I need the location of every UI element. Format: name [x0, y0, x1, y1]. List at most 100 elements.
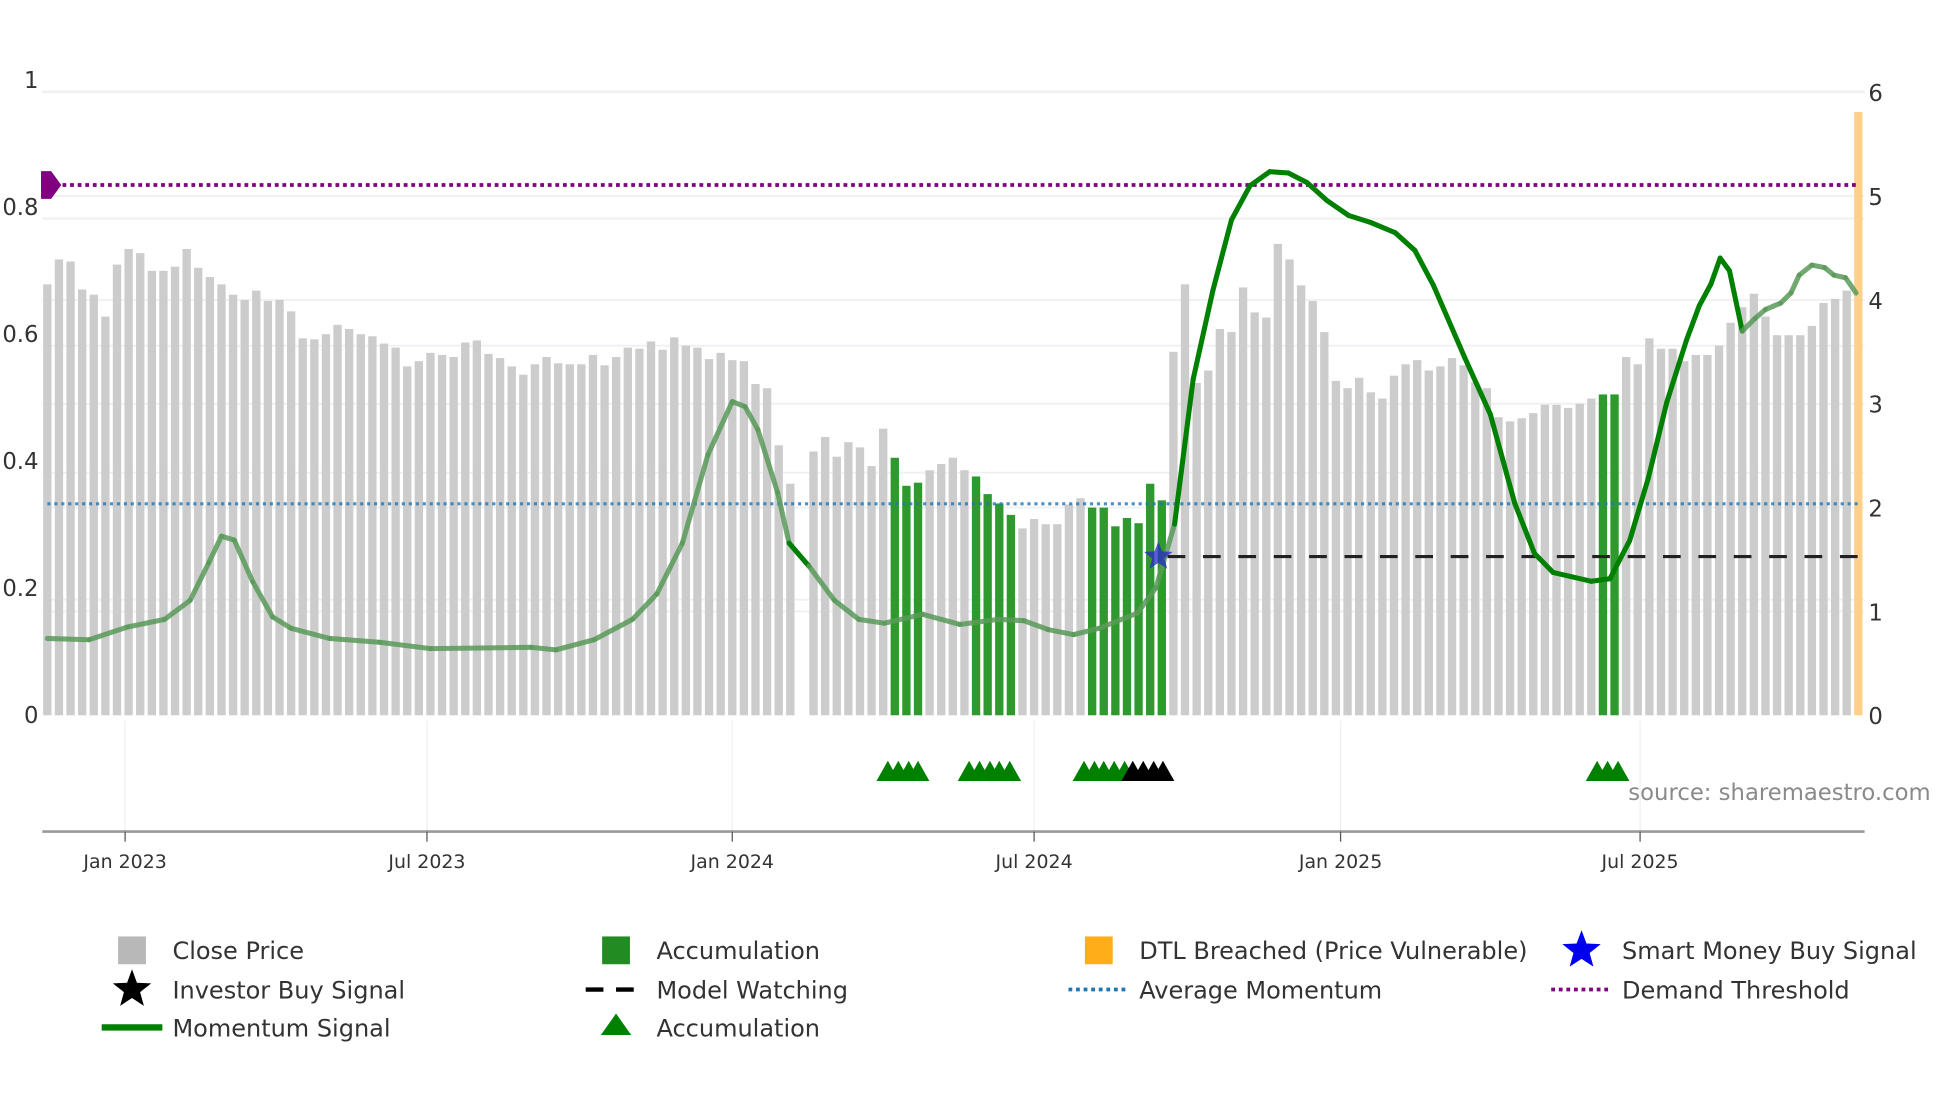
left-tick-label: 0 — [24, 703, 38, 729]
close-price-bar — [205, 277, 215, 716]
demand-threshold-marker — [41, 171, 62, 199]
close-price-bar — [112, 264, 122, 716]
close-price-bar — [1331, 380, 1341, 716]
accumulation-bar — [983, 494, 992, 716]
close-price-bar — [1482, 388, 1492, 716]
close-price-bar — [1691, 354, 1700, 716]
close-price-bar — [519, 374, 528, 716]
close-price-bar — [844, 442, 853, 716]
close-price-bar — [925, 470, 934, 716]
close-price-bar — [1343, 388, 1352, 716]
close-price-bar — [716, 352, 725, 716]
close-price-bar — [147, 270, 156, 716]
source-label: source: sharemaestro.com — [1628, 780, 1930, 806]
momentum-segment — [995, 616, 1027, 624]
momentum-segment — [124, 616, 168, 630]
legend-star-icon — [112, 969, 152, 1006]
close-price-bar — [1354, 377, 1364, 716]
close-price-bar — [646, 341, 656, 716]
close-price-bar — [1471, 381, 1480, 716]
momentum-segment — [1696, 281, 1714, 309]
right-tick-label: 3 — [1868, 393, 1882, 419]
close-price-bar — [623, 347, 632, 716]
close-price-bar — [1296, 285, 1306, 716]
close-price-bar — [1204, 370, 1213, 716]
close-price-bar — [1517, 418, 1526, 716]
close-price-bar — [588, 354, 598, 716]
close-price-bar — [66, 261, 75, 716]
close-price-bar — [159, 270, 168, 716]
right-tick-label: 0 — [1868, 704, 1882, 730]
close-price-bar — [1645, 338, 1654, 716]
momentum-segment — [1210, 217, 1234, 293]
close-price-bar — [1819, 303, 1828, 716]
close-price-bar — [553, 363, 563, 716]
legend-triangle-icon — [600, 1013, 632, 1036]
close-price-bar — [600, 365, 609, 716]
accumulation-bar — [890, 457, 899, 716]
close-price-bar — [565, 364, 574, 716]
accumulation-bar — [1006, 514, 1016, 716]
close-price-bar — [333, 324, 342, 716]
close-price-bar — [1064, 504, 1074, 716]
legend-label-demand-threshold: Demand Threshold — [1622, 976, 1850, 1004]
momentum-segment — [1708, 255, 1723, 287]
x-tick-label: Jul 2023 — [387, 851, 465, 873]
legend-star-icon — [1562, 930, 1601, 967]
legend-label-average-momentum: Average Momentum — [1139, 976, 1382, 1004]
legend-label-accumulation: Accumulation — [656, 1014, 820, 1042]
close-price-bar — [1366, 392, 1375, 716]
close-price-bar — [217, 284, 226, 716]
legend-label-momentum-signal: Momentum Signal — [172, 1014, 390, 1042]
close-price-bar — [484, 353, 493, 716]
close-price-bar — [1053, 524, 1062, 716]
close-price-bar — [1041, 524, 1050, 716]
right-tick-label: 4 — [1868, 289, 1882, 315]
left-tick-label: 1 — [24, 68, 38, 94]
momentum-segment — [1346, 212, 1374, 226]
close-price-bar — [461, 342, 470, 716]
momentum-segment — [1228, 183, 1253, 223]
close-price-bar — [1320, 332, 1329, 716]
legend-label-smart-money-buy-signal: Smart Money Buy Signal — [1622, 937, 1917, 965]
legend-label-close-price: Close Price — [172, 937, 304, 965]
left-tick-label: 0.4 — [2, 449, 38, 475]
momentum-segment — [1392, 230, 1418, 253]
accumulation-bar — [1099, 507, 1108, 716]
close-price-bar — [1529, 413, 1538, 716]
close-price-bar — [286, 311, 296, 716]
close-price-bar — [321, 334, 331, 716]
close-price-bar — [507, 366, 516, 716]
momentum-segment — [528, 644, 559, 653]
close-price-bar — [612, 357, 621, 716]
accumulation-bar — [1087, 507, 1097, 716]
signal-chart: 0 0.2 0.4 0.6 0.8 1 0 1 2 3 4 5 6 Jan 2023 Jul 2023 Jan… — [2, 68, 1930, 1042]
close-price-bar — [832, 456, 841, 716]
close-price-bar — [635, 348, 644, 716]
momentum-segment — [44, 635, 92, 643]
close-price-bar — [1796, 335, 1805, 716]
close-price-bar — [1262, 317, 1271, 716]
close-price-bar — [1680, 361, 1689, 716]
close-price-bar — [1784, 335, 1793, 716]
close-price-bar — [1273, 243, 1283, 716]
close-price-bar — [1436, 366, 1445, 716]
legend-label-accumulation: Accumulation — [656, 937, 820, 965]
close-price-bar — [670, 337, 679, 716]
close-price-bar — [1459, 365, 1468, 716]
legend-label-investor-buy-signal: Investor Buy Signal — [172, 976, 405, 1004]
close-price-bar — [345, 328, 354, 716]
momentum-segment — [1247, 169, 1273, 189]
close-price-bar — [426, 352, 435, 716]
x-tick-label: Jul 2024 — [995, 851, 1073, 873]
close-price-bar — [693, 347, 702, 716]
close-price-bar — [948, 457, 958, 716]
close-price-bar — [577, 364, 586, 716]
accumulation-bar — [1610, 394, 1619, 716]
close-price-bar — [194, 267, 203, 716]
dtl-breached-bar — [1854, 111, 1863, 716]
right-tick-label: 1 — [1868, 600, 1882, 626]
close-price-bar — [1029, 519, 1039, 716]
left-tick-label: 0.6 — [2, 322, 38, 348]
close-price-bar — [1575, 403, 1584, 716]
